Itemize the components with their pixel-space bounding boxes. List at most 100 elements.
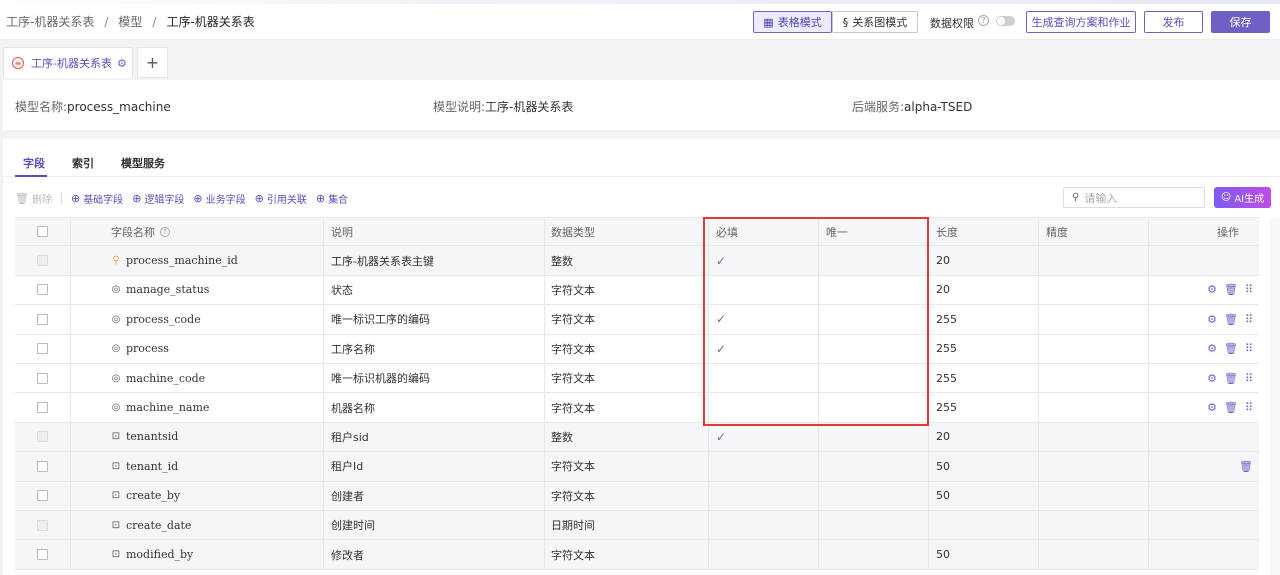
add-logic-field-button[interactable]: ⊕ 逻辑字段 bbox=[132, 191, 184, 206]
basic-field-label: 基础字段 bbox=[83, 194, 124, 206]
field-name-cell: ◎ machine_name bbox=[71, 393, 324, 422]
trash-icon[interactable]: 🗑 bbox=[1224, 401, 1238, 414]
table-row[interactable]: ⊡ tenant_id 租户Id 字符文本 50 🗑 bbox=[15, 452, 1259, 482]
add-collection-button[interactable]: ⊕ 集合 bbox=[316, 191, 348, 206]
field-name-cell: ⊡ create_by bbox=[71, 481, 324, 510]
row-checkbox[interactable] bbox=[37, 549, 48, 561]
add-ref-relation-button[interactable]: ⊕ 引用关联 bbox=[255, 191, 307, 206]
table-row[interactable]: ⚲ process_machine_id 工序-机器关系表主键 整数 ✓ 20 bbox=[15, 246, 1259, 276]
tab-indexes[interactable]: 索引 bbox=[72, 155, 94, 171]
model-info-panel: 模型名称:process_machine 模型说明:工序-机器关系表 后端服务:… bbox=[3, 80, 1280, 130]
drag-handle-icon[interactable]: ⠿ bbox=[1245, 283, 1253, 296]
table-row[interactable]: ◎ manage_status 状态 字符文本 20 ⚙ 🗑 ⠿ bbox=[15, 275, 1259, 306]
field-length: 255 bbox=[929, 334, 1039, 363]
select-all-checkbox[interactable] bbox=[37, 226, 48, 238]
breadcrumb: 工序-机器关系表 / 模型 / 工序-机器关系表 bbox=[6, 13, 255, 30]
field-length: 50 bbox=[929, 452, 1039, 481]
gear-icon[interactable]: ⚙ bbox=[117, 57, 127, 70]
table-row[interactable]: ⊡ create_date 创建时间 日期时间 bbox=[15, 511, 1259, 541]
settings-icon[interactable]: ⚙ bbox=[1207, 283, 1217, 296]
model-name-key: 模型名称: bbox=[15, 100, 68, 114]
settings-icon[interactable]: ⚙ bbox=[1207, 342, 1217, 355]
check-icon: ✓ bbox=[716, 429, 727, 444]
sys-field-icon: ⊡ bbox=[111, 431, 121, 443]
plus-circle-icon: ⊕ bbox=[315, 191, 326, 205]
row-checkbox[interactable] bbox=[37, 284, 48, 296]
field-description: 工序-机器关系表主键 bbox=[324, 246, 545, 275]
add-tab-button[interactable]: + bbox=[137, 47, 168, 78]
field-length: 20 bbox=[929, 246, 1039, 275]
drag-handle-icon[interactable]: ⠿ bbox=[1245, 313, 1253, 326]
breadcrumb-item-1[interactable]: 工序-机器关系表 bbox=[6, 13, 94, 30]
trash-icon[interactable]: 🗑 bbox=[1224, 342, 1238, 355]
table-header-row: 字段名称? 说明 数据类型 必填 唯一 长度 精度 操作 bbox=[15, 217, 1259, 247]
add-basic-field-button[interactable]: ⊕ 基础字段 bbox=[71, 191, 123, 206]
model-tab[interactable]: ≡ 工序-机器关系表 ⚙ bbox=[3, 47, 133, 78]
relation-graph-icon: § bbox=[842, 15, 849, 29]
field-required bbox=[709, 275, 819, 305]
backend-key: 后端服务: bbox=[852, 100, 905, 114]
help-icon[interactable]: ? bbox=[978, 15, 989, 26]
field-data-type: 字符文本 bbox=[545, 540, 709, 569]
row-checkbox[interactable] bbox=[37, 372, 48, 384]
trash-icon[interactable]: 🗑 bbox=[1224, 372, 1238, 385]
table-row[interactable]: ⊡ modified_by 修改者 字符文本 50 bbox=[15, 540, 1259, 570]
row-checkbox[interactable] bbox=[37, 490, 48, 502]
table-row[interactable]: ⊡ create_by 创建者 字符文本 50 bbox=[15, 481, 1259, 511]
vertical-scrollbar[interactable] bbox=[1270, 218, 1280, 575]
field-icon: ◎ bbox=[111, 284, 121, 296]
relation-mode-button[interactable]: § 关系图模式 bbox=[832, 11, 918, 33]
ai-generate-button[interactable]: ☺ AI生成 bbox=[1214, 187, 1271, 208]
plus-circle-icon: ⊕ bbox=[254, 191, 264, 205]
trash-icon[interactable]: 🗑 bbox=[1224, 313, 1238, 326]
field-required: ✓ bbox=[709, 422, 819, 452]
trash-icon[interactable]: 🗑 bbox=[1239, 460, 1253, 473]
generate-query-plan-button[interactable]: 生成查询方案和作业 bbox=[1026, 11, 1136, 33]
tab-fields[interactable]: 字段 bbox=[23, 155, 45, 171]
breadcrumb-item-2[interactable]: 模型 bbox=[118, 13, 142, 30]
field-data-type: 字符文本 bbox=[545, 452, 709, 481]
field-name-cell: ◎ process_code bbox=[71, 305, 324, 334]
settings-icon[interactable]: ⚙ bbox=[1207, 313, 1217, 326]
search-input[interactable]: ⚲ 请输入 bbox=[1063, 187, 1205, 208]
settings-icon[interactable]: ⚙ bbox=[1207, 372, 1217, 385]
publish-button[interactable]: 发布 bbox=[1144, 11, 1203, 33]
field-operations: ⚙ 🗑 ⠿ bbox=[1149, 305, 1259, 333]
field-name: process bbox=[126, 342, 169, 356]
settings-icon[interactable]: ⚙ bbox=[1207, 401, 1217, 414]
field-icon: ◎ bbox=[111, 313, 121, 325]
search-placeholder: 请输入 bbox=[1084, 191, 1118, 205]
save-button[interactable]: 保存 bbox=[1211, 11, 1270, 33]
field-required bbox=[709, 540, 819, 569]
drag-handle-icon[interactable]: ⠿ bbox=[1245, 401, 1253, 414]
row-checkbox[interactable] bbox=[37, 460, 48, 472]
field-precision bbox=[1039, 452, 1149, 481]
row-checkbox[interactable] bbox=[37, 343, 48, 355]
breadcrumb-separator: / bbox=[104, 14, 109, 29]
drag-handle-icon[interactable]: ⠿ bbox=[1245, 342, 1253, 355]
table-row[interactable]: ⊡ tenantsid 租户sid 整数 ✓ 20 bbox=[15, 422, 1259, 453]
field-name-cell: ⊡ create_date bbox=[71, 511, 324, 540]
sys-field-icon: ⊡ bbox=[111, 519, 121, 531]
delete-button[interactable]: 🗑 删除 bbox=[15, 191, 52, 206]
data-permission-toggle[interactable] bbox=[996, 16, 1015, 26]
row-checkbox[interactable] bbox=[37, 255, 48, 267]
table-mode-button[interactable]: ▦ 表格模式 bbox=[753, 11, 832, 33]
table-row[interactable]: ◎ machine_name 机器名称 字符文本 255 ⚙ 🗑 ⠿ bbox=[15, 393, 1259, 423]
drag-handle-icon[interactable]: ⠿ bbox=[1245, 372, 1253, 385]
field-required bbox=[709, 481, 819, 510]
help-icon[interactable]: ? bbox=[160, 226, 170, 237]
tab-model-services[interactable]: 模型服务 bbox=[121, 155, 165, 171]
table-row[interactable]: ◎ process 工序名称 字符文本 ✓ 255 ⚙ 🗑 ⠿ bbox=[15, 334, 1259, 364]
row-checkbox[interactable] bbox=[37, 431, 48, 443]
table-row[interactable]: ◎ process_code 唯一标识工序的编码 字符文本 ✓ 255 ⚙ 🗑 ⠿ bbox=[15, 305, 1259, 335]
field-unique bbox=[819, 246, 929, 275]
row-checkbox[interactable] bbox=[37, 519, 48, 531]
row-checkbox[interactable] bbox=[37, 402, 48, 414]
field-required: ✓ bbox=[709, 334, 819, 363]
row-checkbox[interactable] bbox=[37, 313, 48, 325]
trash-icon[interactable]: 🗑 bbox=[1224, 283, 1238, 296]
table-row[interactable]: ◎ machine_code 唯一标识机器的编码 字符文本 255 ⚙ 🗑 ⠿ bbox=[15, 364, 1259, 394]
add-business-field-button[interactable]: ⊕ 业务字段 bbox=[193, 191, 245, 206]
sys-field-icon: ⊡ bbox=[111, 460, 121, 472]
